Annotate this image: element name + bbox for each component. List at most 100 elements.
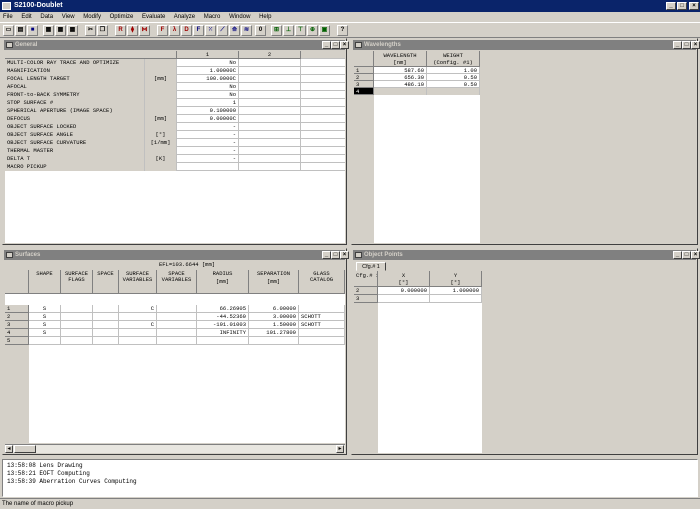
surfaces-column-header[interactable]: SEPARATION [mm] bbox=[249, 270, 299, 294]
surfaces-column-header[interactable]: RADIUS [mm] bbox=[197, 270, 249, 294]
surface-cell-blank[interactable] bbox=[157, 329, 197, 337]
surface-cell-blank[interactable] bbox=[61, 329, 93, 337]
row-number[interactable]: 4 bbox=[5, 329, 29, 337]
save-icon[interactable]: ■ bbox=[27, 25, 38, 36]
surfaces-column-header[interactable]: GLASS CATALOG bbox=[299, 270, 345, 294]
glass-map-icon[interactable]: ⊕ bbox=[307, 25, 318, 36]
general-value-col2[interactable] bbox=[239, 115, 301, 123]
general-value-col2[interactable] bbox=[239, 83, 301, 91]
surfaces-column-header[interactable]: SPACE bbox=[93, 270, 119, 294]
menu-window[interactable]: Window bbox=[229, 14, 250, 20]
y-column-header[interactable]: Y [°] bbox=[430, 271, 482, 287]
help-icon[interactable]: ? bbox=[337, 25, 348, 36]
general-value-col1[interactable]: 0.100000 bbox=[177, 107, 239, 115]
row-number[interactable]: 1 bbox=[354, 67, 374, 74]
close-button[interactable]: × bbox=[340, 41, 349, 49]
spot-diagram-icon[interactable]: ⁙ bbox=[205, 25, 216, 36]
menu-evaluate[interactable]: Evaluate bbox=[142, 14, 165, 20]
surface-cell-blank[interactable] bbox=[61, 337, 93, 345]
menu-modify[interactable]: Modify bbox=[83, 14, 101, 20]
maximize-button[interactable]: □ bbox=[331, 251, 340, 259]
surface-cell-radius[interactable]: INFINITY bbox=[197, 329, 249, 337]
general-value-col1[interactable]: - bbox=[177, 155, 239, 163]
close-button[interactable]: × bbox=[691, 41, 700, 49]
general-value-col2[interactable] bbox=[239, 163, 301, 171]
x-column-header[interactable]: X [°] bbox=[378, 271, 430, 287]
x-cell[interactable]: 0.000000 bbox=[378, 287, 430, 295]
print-icon[interactable]: ▦ bbox=[43, 25, 54, 36]
row-number[interactable]: 3 bbox=[354, 81, 374, 88]
cut-icon[interactable]: ✂ bbox=[85, 25, 96, 36]
maximize-button[interactable]: □ bbox=[677, 2, 687, 10]
minimize-button[interactable]: _ bbox=[322, 251, 331, 259]
general-value-col2[interactable] bbox=[239, 59, 301, 67]
general-value-col2[interactable] bbox=[239, 67, 301, 75]
general-value-col1[interactable] bbox=[177, 163, 239, 171]
general-value-col2[interactable] bbox=[239, 91, 301, 99]
maximize-button[interactable]: □ bbox=[682, 41, 691, 49]
general-value-col2[interactable] bbox=[239, 123, 301, 131]
general-grid[interactable]: 1 2 MULTI-COLOR RAY TRACE AND OPTIMIZE No… bbox=[5, 51, 345, 243]
surface-cell-blank[interactable] bbox=[93, 337, 119, 345]
column-header-1[interactable]: 1 bbox=[177, 51, 239, 59]
general-value-col1[interactable]: - bbox=[177, 123, 239, 131]
zero-icon[interactable]: 0 bbox=[255, 25, 266, 36]
field-icon[interactable]: F bbox=[193, 25, 204, 36]
scroll-right-arrow-icon[interactable]: ▸ bbox=[336, 445, 344, 453]
menu-macro[interactable]: Macro bbox=[204, 14, 221, 20]
general-value-col1[interactable]: No bbox=[177, 83, 239, 91]
wavelength-cell[interactable] bbox=[374, 88, 427, 95]
row-number[interactable]: 3 bbox=[354, 295, 378, 303]
wavelength-cell[interactable]: 656.30 bbox=[374, 74, 427, 81]
surface-cell-shape[interactable]: S bbox=[29, 329, 61, 337]
surface-cell-blank[interactable] bbox=[157, 337, 197, 345]
y-cell[interactable] bbox=[430, 295, 482, 303]
menu-analyze[interactable]: Analyze bbox=[174, 14, 195, 20]
row-number[interactable]: 2 bbox=[354, 287, 378, 295]
surface-cell-glass[interactable]: SCHOTT bbox=[299, 313, 345, 321]
surface-cell-sep[interactable] bbox=[249, 337, 299, 345]
row-number[interactable]: 1 bbox=[5, 305, 29, 313]
row-number[interactable]: 2 bbox=[354, 74, 374, 81]
copy-icon[interactable]: ❐ bbox=[97, 25, 108, 36]
surface-cell-blank[interactable] bbox=[157, 305, 197, 313]
wavelength-column-header[interactable]: WAVELENGTH [nm] bbox=[374, 51, 427, 67]
surface-cell-blank[interactable] bbox=[93, 313, 119, 321]
column-header-2[interactable]: 2 bbox=[239, 51, 301, 59]
surface-cell-radius[interactable] bbox=[197, 337, 249, 345]
wavelength-cell[interactable]: 587.60 bbox=[374, 67, 427, 74]
surface-cell-blank[interactable] bbox=[61, 313, 93, 321]
surface-cell-var[interactable]: C bbox=[119, 305, 157, 313]
open-folder-icon[interactable]: ▤ bbox=[15, 25, 26, 36]
surface-cell-glass[interactable] bbox=[299, 337, 345, 345]
lambda-icon[interactable]: λ bbox=[169, 25, 180, 36]
surface-cell-var[interactable] bbox=[119, 337, 157, 345]
general-value-col1[interactable]: No bbox=[177, 91, 239, 99]
general-value-col1[interactable]: - bbox=[177, 139, 239, 147]
general-value-col1[interactable]: 0.00000C bbox=[177, 115, 239, 123]
surface-cell-radius[interactable]: -191.01003 bbox=[197, 321, 249, 329]
menu-file[interactable]: File bbox=[3, 14, 13, 20]
surface-cell-shape[interactable]: S bbox=[29, 313, 61, 321]
general-value-col2[interactable] bbox=[239, 139, 301, 147]
surface-cell-blank[interactable] bbox=[157, 313, 197, 321]
maximize-button[interactable]: □ bbox=[682, 251, 691, 259]
row-number[interactable]: 4 bbox=[354, 88, 374, 95]
scroll-left-arrow-icon[interactable]: ◂ bbox=[5, 445, 13, 453]
aberration-curves-icon[interactable]: ≋ bbox=[241, 25, 252, 36]
surface-cell-blank[interactable] bbox=[61, 321, 93, 329]
surfaces-column-header[interactable]: SURFACE FLAGS bbox=[61, 270, 93, 294]
surface-cell-sep[interactable]: 101.27800 bbox=[249, 329, 299, 337]
report-icon[interactable]: ▣ bbox=[319, 25, 330, 36]
minimize-button[interactable]: _ bbox=[673, 251, 682, 259]
general-value-col1[interactable]: No bbox=[177, 59, 239, 67]
beam-icon[interactable]: ⊥ bbox=[283, 25, 294, 36]
psf-icon[interactable]: ⟰ bbox=[229, 25, 240, 36]
row-number[interactable]: 2 bbox=[5, 313, 29, 321]
menu-view[interactable]: View bbox=[62, 14, 75, 20]
surface-cell-glass[interactable] bbox=[299, 329, 345, 337]
general-value-col2[interactable] bbox=[239, 107, 301, 115]
close-button[interactable]: × bbox=[689, 2, 699, 10]
surface-cell-blank[interactable] bbox=[61, 305, 93, 313]
x-cell[interactable] bbox=[378, 295, 430, 303]
